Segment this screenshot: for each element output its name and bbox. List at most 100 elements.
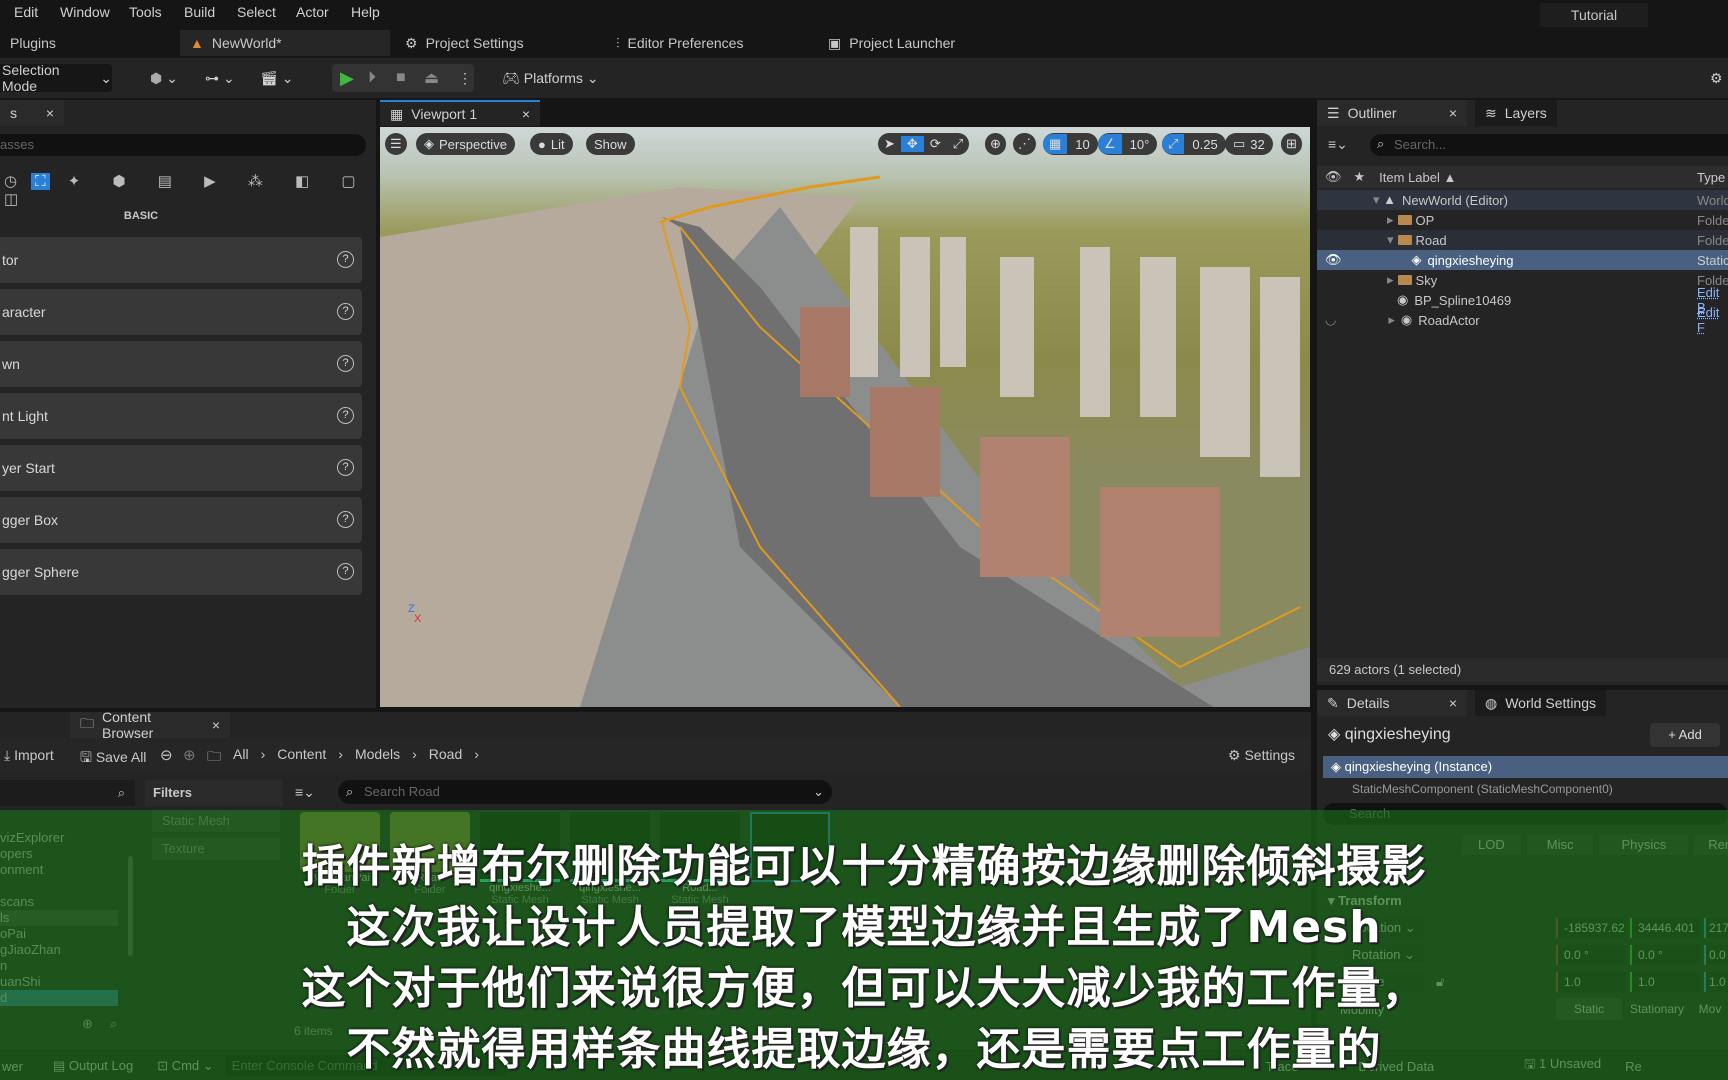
crumb-road[interactable]: Road [429,746,462,770]
close-icon[interactable]: × [1449,695,1457,711]
filter-static-mesh[interactable]: Static Mesh [152,810,280,832]
component-row[interactable]: StaticMeshComponent (StaticMeshComponent… [1352,782,1613,796]
tree-item[interactable] [0,878,118,894]
col-item-label[interactable]: Item Label ▲ [1379,170,1456,185]
move-icon[interactable]: ✥ [900,136,924,152]
actor-item[interactable]: nt Light? [0,393,362,439]
filter-texture[interactable]: Texture [152,838,280,860]
visibility-column-icon[interactable]: 👁︎ [1325,169,1342,185]
tab-layers[interactable]: ≋ Layers [1475,100,1557,126]
add-icon[interactable]: ⊕ [82,1016,93,1032]
rotation-y[interactable]: 0.0 ° [1630,945,1700,965]
tree-item[interactable]: oPai [0,926,118,942]
location-dropdown[interactable]: Location ⌄ [1344,918,1424,938]
crumb-all[interactable]: All [233,746,249,770]
scale-snap[interactable]: ⤢ 0.25 [1162,133,1226,155]
revision-control-button[interactable]: Re [1625,1059,1642,1074]
help-icon[interactable]: ? [337,355,354,372]
cmd-dropdown[interactable]: ⊡ Cmd ⌄ [157,1058,213,1074]
menu-tools[interactable]: Tools [129,4,162,20]
asset-tile[interactable]: qingxieshe... Static Mesh [570,812,650,906]
tab-outliner[interactable]: ☰ Outliner × [1317,100,1467,126]
mobility-static[interactable]: Static [1556,998,1622,1020]
actor-item[interactable]: wn? [0,341,362,387]
menu-window[interactable]: Window [60,4,110,20]
menu-select[interactable]: Select [237,4,276,20]
tree-search-button[interactable]: ⌕ [0,780,135,806]
help-icon[interactable]: ? [337,303,354,320]
tree-item[interactable]: n [0,958,118,974]
surface-snap-button[interactable]: ⋰ [1013,133,1036,155]
add-component-button[interactable]: + Add [1650,723,1720,747]
asset-tile[interactable]: qingxieshe... Static Mesh [480,812,560,906]
menu-build[interactable]: Build [184,4,215,20]
tree-item[interactable]: ls [0,910,118,926]
tree-item[interactable]: scans [0,894,118,910]
filter-button[interactable]: ≡⌄ [1328,136,1348,153]
scale-z[interactable]: 1.0 [1704,972,1728,992]
actor-item[interactable]: gger Box? [0,497,362,543]
tab-project-settings[interactable]: ⚙ Project Settings [395,30,534,56]
rotation-x[interactable]: 0.0 ° [1556,945,1626,965]
actor-item[interactable]: aracter? [0,289,362,335]
actor-item[interactable]: tor? [0,237,362,283]
visibility-icon[interactable]: 👁︎ [1325,252,1342,268]
tree-item[interactable]: opers [0,846,118,862]
tab-viewport[interactable]: ▦ Viewport 1 × [380,100,540,126]
tab-plugins[interactable]: Plugins [0,30,66,56]
rotate-icon[interactable]: ⟳ [924,136,947,152]
settings-button[interactable]: ⚙ [1710,64,1723,92]
transform-section[interactable]: ▾ Transform [1328,893,1402,909]
viewport-canvas[interactable]: Z X [380,127,1310,707]
actor-item[interactable]: yer Start? [0,445,362,491]
trace-button[interactable]: Trace [1266,1059,1299,1074]
tab-world-settings[interactable]: ◍ World Settings [1475,690,1606,716]
actor-item[interactable]: gger Sphere? [0,549,362,595]
derived-data-button[interactable]: Derived Data [1358,1059,1434,1074]
edit-link[interactable]: Edit F [1697,305,1728,335]
play-button[interactable]: ▶ [340,64,354,92]
layout-button[interactable]: ⊞ [1281,133,1302,155]
play-options-button[interactable]: ⋮ [458,64,472,92]
location-y[interactable]: 34446.401 [1630,918,1700,938]
tree-item[interactable]: uanShi [0,974,118,990]
show-button[interactable]: Show [586,133,635,155]
outliner-row[interactable]: ◉ BP_Spline10469 Edit B [1317,285,1728,315]
rotation-z[interactable]: 0.0 [1704,945,1728,965]
lock-icon[interactable]: 🔓︎ [1436,974,1444,990]
details-search-input[interactable]: Search [1323,803,1728,825]
console-input[interactable]: Enter Console Command [225,1056,506,1076]
filter-rendering[interactable]: Rendering [1694,834,1728,855]
output-log-button[interactable]: ▤ Output Log [53,1058,133,1074]
close-icon[interactable]: × [1449,105,1457,121]
category-icons[interactable]: ◷ ⛶ ✦ ⬢ ▤ ▶ ⁂ ◧ ▢ ◫ [4,172,376,208]
rotation-snap[interactable]: ∠ 10° [1098,133,1158,155]
perspective-button[interactable]: ◈ Perspective [416,133,515,155]
history-back-button[interactable]: ⊖ [160,746,173,764]
tree-item[interactable]: gJiaoZhan [0,942,118,958]
location-x[interactable]: -185937.62 [1556,918,1626,938]
help-icon[interactable]: ? [337,407,354,424]
menu-help[interactable]: Help [351,4,380,20]
tree-scrollbar[interactable] [128,856,133,956]
cinematics-button[interactable]: 🎬︎ ⌄ [260,64,294,92]
content-search-input[interactable]: Search Road ⌕ ⌄ [338,780,832,804]
close-icon[interactable]: × [46,105,54,121]
outliner-row[interactable]: ◡ ▸ ◉ RoadActor Edit F [1317,305,1728,335]
menu-actor[interactable]: Actor [296,4,329,20]
help-icon[interactable]: ? [337,511,354,528]
platforms-button[interactable]: 🎮︎ Platforms ⌄ [502,64,599,92]
scale-icon[interactable]: ⤢ [947,136,969,152]
grid-snap[interactable]: ▦ 10 [1043,133,1098,155]
tab-editor-preferences[interactable]: ⫶ Editor Preferences [606,30,753,56]
tab-project-launcher[interactable]: ▣ Project Launcher [818,30,965,56]
outliner-row[interactable]: ▸ OP Folde [1317,210,1728,230]
tree-item[interactable]: vizExplorer [0,830,118,846]
help-icon[interactable]: ? [337,251,354,268]
crumb-content[interactable]: Content [277,746,326,770]
asset-tile[interactable]: Road Folder [390,812,470,906]
component-instance-row[interactable]: ◈ qingxiesheying (Instance) [1323,756,1728,778]
camera-speed[interactable]: ▭ 32 [1225,133,1273,155]
selection-mode-dropdown[interactable]: Selection Mode ⌄ [0,62,112,94]
lit-button[interactable]: ● Lit [530,133,573,155]
